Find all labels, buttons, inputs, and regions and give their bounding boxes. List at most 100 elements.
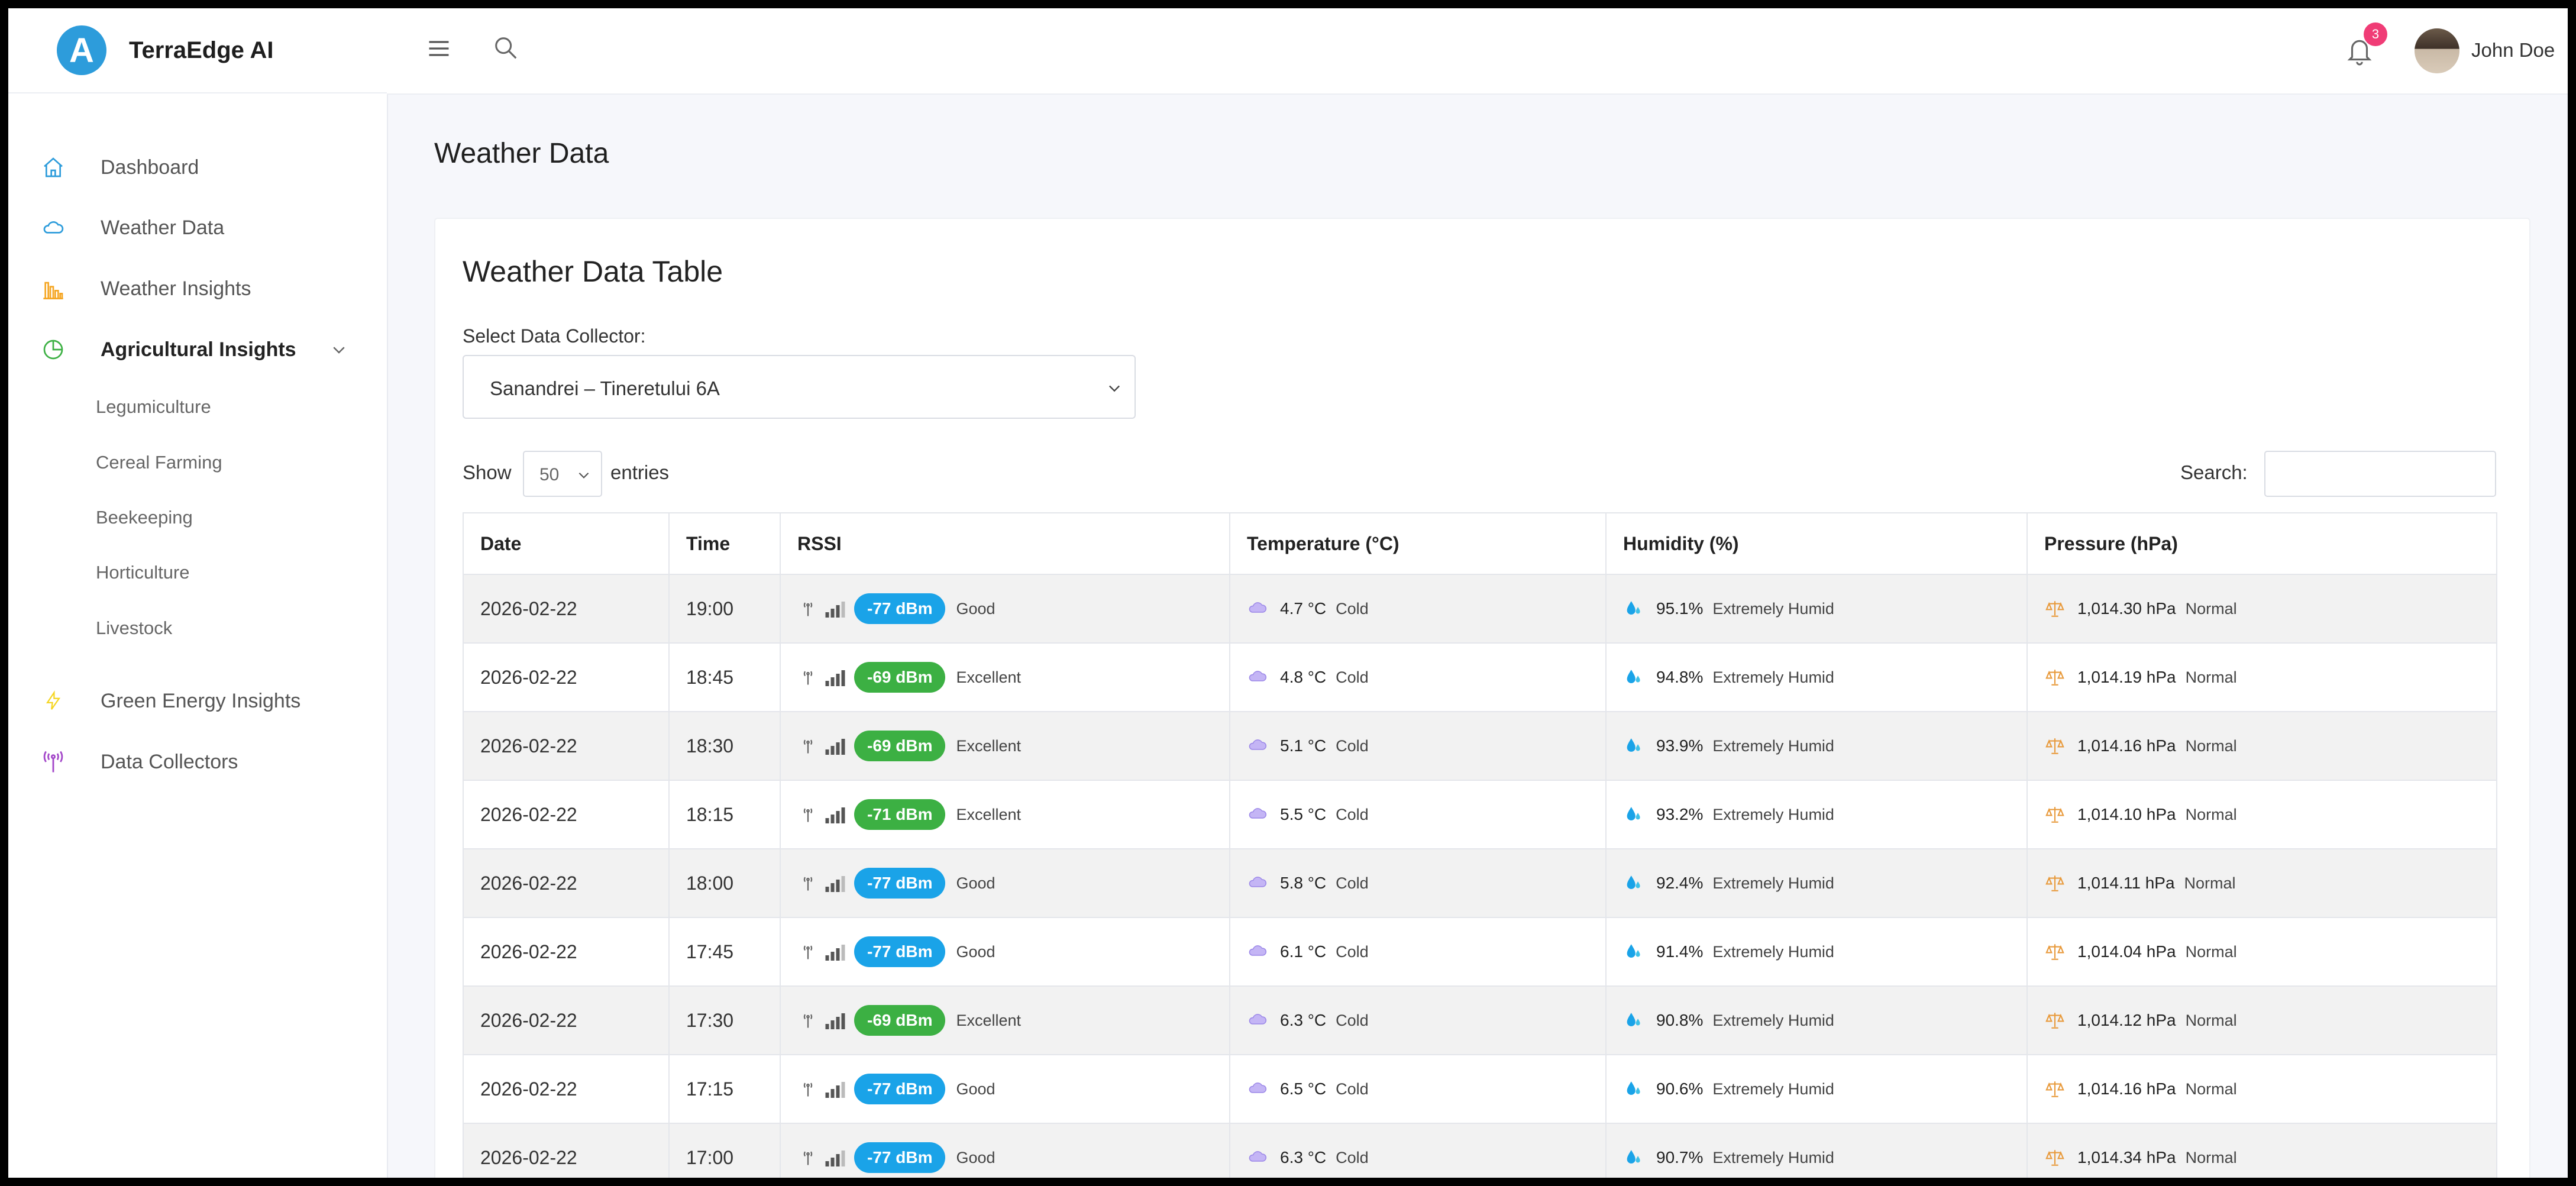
scale-icon [2044,735,2066,757]
temperature-label: Cold [1336,1148,1369,1166]
sidebar-subitem-cereal-farming[interactable]: Cereal Farming [96,452,222,473]
chevron-down-icon[interactable] [330,341,348,361]
user-name[interactable]: John Doe [2471,39,2555,62]
search-label: Search: [2180,461,2248,483]
menu-icon[interactable] [426,35,452,62]
signal-strength-icon [825,804,846,825]
cell-pressure: 1,014.16 hPa Normal [2026,1054,2497,1124]
brand[interactable]: A TerraEdge AI [8,8,387,93]
column-header-date[interactable]: Date [463,512,670,575]
water-drops-icon [1623,1078,1644,1100]
signal-strength-icon [825,872,846,894]
humidity-label: Extremely Humid [1712,1148,1834,1166]
sidebar-item-weather-insights[interactable]: Weather Insights [8,262,387,315]
humidity-label: Extremely Humid [1712,1080,1834,1098]
collector-select[interactable]: Sanandrei – Tineretului 6A [463,355,1136,419]
pressure-value: 1,014.16 hPa [2077,736,2176,755]
signal-strength-icon [825,667,846,688]
water-drops-icon [1623,941,1644,962]
antenna-icon [797,872,819,894]
humidity-label: Extremely Humid [1712,874,1834,892]
water-drops-icon [1623,804,1644,825]
pressure-value: 1,014.30 hPa [2077,599,2176,618]
cell-pressure: 1,014.10 hPa Normal [2026,780,2497,849]
rssi-badge: -77 dBm [854,868,946,899]
cell-temperature: 6.3 °C Cold [1229,1123,1607,1178]
cell-rssi: -69 dBm Excellent [780,711,1230,781]
humidity-value: 95.1% [1656,599,1704,618]
rssi-quality-label: Good [956,874,996,892]
cell-rssi: -77 dBm Good [780,917,1230,987]
cell-time: 17:15 [668,1054,781,1124]
cell-temperature: 5.8 °C Cold [1229,848,1607,918]
rssi-quality-label: Good [956,599,996,618]
rssi-badge: -71 dBm [854,799,946,830]
cell-humidity: 94.8% Extremely Humid [1605,642,2028,712]
cell-temperature: 6.1 °C Cold [1229,917,1607,987]
sidebar-subitem-beekeeping[interactable]: Beekeeping [96,507,193,528]
cell-temperature: 4.8 °C Cold [1229,642,1607,712]
rssi-quality-label: Good [956,942,996,961]
water-drops-icon [1623,735,1644,757]
pressure-value: 1,014.11 hPa [2077,874,2175,892]
sidebar-item-dashboard[interactable]: Dashboard [8,141,387,194]
humidity-value: 91.4% [1656,942,1704,961]
cell-rssi: -71 dBm Excellent [780,780,1230,849]
humidity-label: Extremely Humid [1712,599,1834,618]
sidebar-item-label: Dashboard [101,156,199,179]
card-title: Weather Data Table [463,255,723,288]
page-title: Weather Data [434,138,609,169]
column-header-time[interactable]: Time [668,512,781,575]
column-header-temperature[interactable]: Temperature (°C) [1229,512,1607,575]
pie-chart-icon [39,335,67,364]
pressure-value: 1,014.16 hPa [2077,1080,2176,1098]
signal-strength-icon [825,1010,846,1031]
rssi-badge: -77 dBm [854,1074,946,1104]
column-header-pressure[interactable]: Pressure (hPa) [2026,512,2497,575]
temperature-label: Cold [1336,1080,1369,1098]
top-header: 3 John Doe [387,8,2568,95]
cell-time: 19:00 [668,574,781,644]
humidity-value: 90.6% [1656,1080,1704,1098]
table-row: 2026-02-22 18:45 -69 dBm Excellent 4.8 °C Col… [463,642,2497,712]
temperature-label: Cold [1336,874,1369,892]
sidebar-item-agricultural-insights[interactable]: Agricultural Insights [8,323,387,376]
sidebar-item-weather-data[interactable]: Weather Data [8,201,387,254]
cell-rssi: -77 dBm Good [780,848,1230,918]
sidebar-item-data-collectors[interactable]: Data Collectors [8,735,387,788]
app-window: A TerraEdge AI Dashboard Weather Data We… [8,8,2568,1178]
signal-strength-icon [825,735,846,757]
pressure-label: Normal [2185,1080,2237,1098]
sidebar-subitem-legumiculture[interactable]: Legumiculture [96,396,211,418]
cell-rssi: -69 dBm Excellent [780,985,1230,1055]
avatar[interactable] [2415,28,2459,73]
rssi-quality-label: Good [956,1080,996,1098]
cell-humidity: 93.2% Extremely Humid [1605,780,2028,849]
antenna-icon [39,748,67,776]
entries-length-select[interactable]: 50 [523,451,602,497]
cell-temperature: 6.3 °C Cold [1229,985,1607,1055]
cloud-icon [1247,735,1268,757]
cell-temperature: 6.5 °C Cold [1229,1054,1607,1124]
rssi-badge: -77 dBm [854,936,946,967]
temperature-label: Cold [1336,805,1369,823]
table-search-input[interactable] [2264,451,2496,497]
rssi-badge: -69 dBm [854,662,946,693]
brand-name: TerraEdge AI [129,37,274,63]
sidebar-item-label: Agricultural Insights [101,338,296,361]
scale-icon [2044,1147,2066,1168]
column-header-rssi[interactable]: RSSI [780,512,1230,575]
sidebar-item-green-energy-insights[interactable]: Green Energy Insights [8,674,387,728]
scale-icon [2044,804,2066,825]
sidebar-subitem-livestock[interactable]: Livestock [96,618,172,639]
humidity-value: 92.4% [1656,874,1704,892]
pressure-label: Normal [2185,1011,2237,1029]
humidity-label: Extremely Humid [1712,736,1834,755]
temperature-value: 6.5 °C [1280,1080,1327,1098]
column-header-humidity[interactable]: Humidity (%) [1605,512,2028,575]
pressure-value: 1,014.10 hPa [2077,805,2176,823]
sidebar-subitem-horticulture[interactable]: Horticulture [96,562,190,583]
cell-humidity: 90.8% Extremely Humid [1605,985,2028,1055]
cell-pressure: 1,014.12 hPa Normal [2026,985,2497,1055]
search-icon[interactable] [492,34,519,62]
